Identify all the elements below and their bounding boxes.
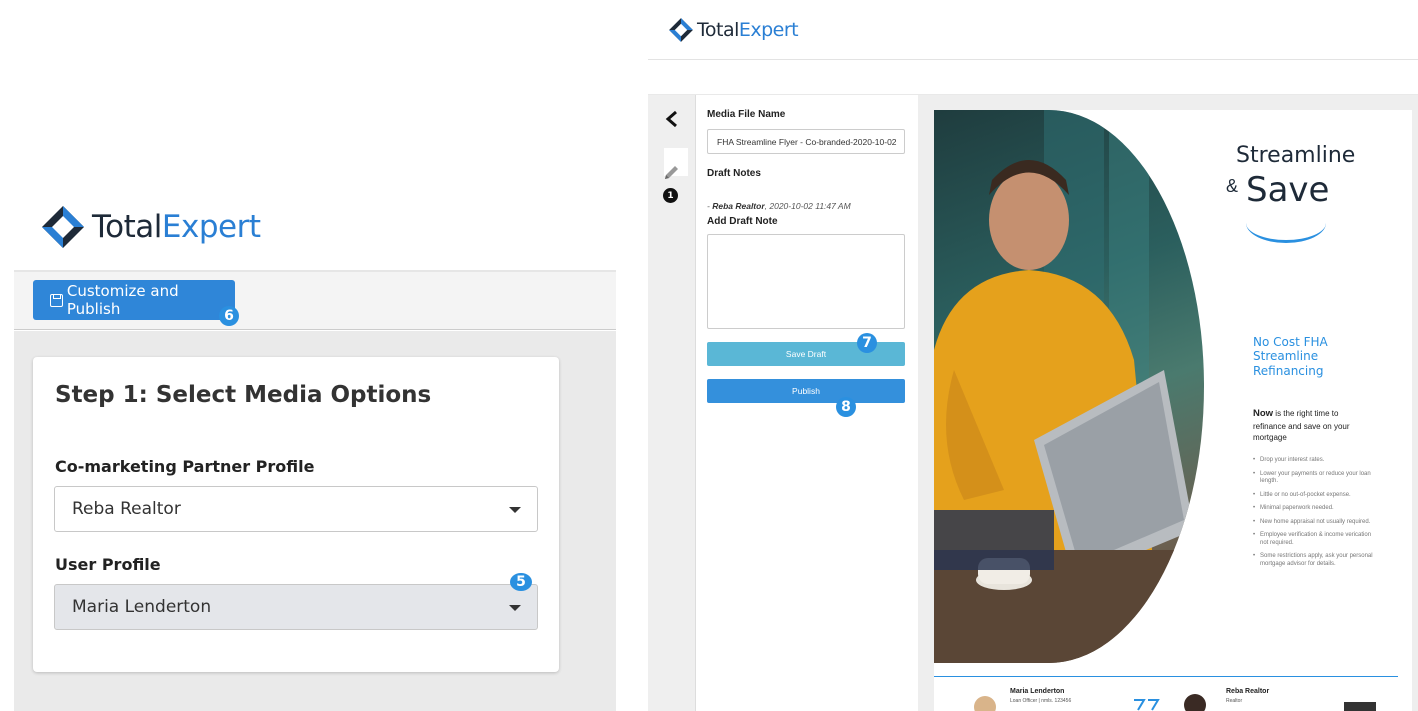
- flyer-hero-photo: [934, 110, 1204, 663]
- add-draft-note-textarea[interactable]: [707, 234, 905, 329]
- agent-name: Reba Realtor: [1226, 688, 1270, 695]
- smile-swoosh-icon: [1246, 203, 1326, 243]
- media-file-name-input[interactable]: FHA Streamline Flyer - Co-branded-2020-1…: [707, 129, 905, 154]
- flyer-footer-divider: [934, 676, 1398, 677]
- add-draft-note-label: Add Draft Note: [707, 216, 778, 227]
- flyer-subhead: No Cost FHA Streamline Refinancing: [1253, 335, 1328, 378]
- media-form-column: [696, 95, 918, 711]
- diamond-logo-icon: [669, 18, 693, 42]
- list-item: New home appraisal not usually required.: [1253, 519, 1381, 527]
- list-item: Lower your payments or reduce your loan …: [1253, 471, 1381, 486]
- qr-code-block: [1344, 702, 1376, 711]
- totalexpert-logo-small: TotalExpert: [668, 17, 799, 43]
- draft-note-author: Reba Realtor: [712, 201, 765, 211]
- brand-name-part1: Total: [92, 209, 162, 245]
- user-profile-value: Maria Lenderton: [72, 597, 212, 617]
- partner-profile-select[interactable]: Reba Realtor: [54, 486, 538, 532]
- draft-note-entry: - Reba Realtor, 2020-10-02 11:47 AM: [707, 201, 851, 211]
- left-panel: TotalExpert Customize and Publish 6 Step…: [0, 0, 630, 711]
- media-file-name-label: Media File Name: [707, 109, 786, 120]
- flyer-bullet-list: Drop your interest rates. Lower your pay…: [1253, 457, 1381, 574]
- step-badge-customize: 6: [219, 306, 239, 326]
- brand-name-part2: Expert: [161, 209, 261, 245]
- step-title: Step 1: Select Media Options: [55, 382, 432, 408]
- customize-and-publish-label: Customize and Publish: [66, 282, 179, 318]
- step-badge-save-draft: 7: [857, 333, 877, 353]
- flyer-now-text: Now is the right time to refinance and s…: [1253, 407, 1373, 444]
- draft-note-timestamp: 2020-10-02 11:47 AM: [769, 201, 851, 211]
- chevron-down-icon: [509, 507, 521, 513]
- sub-header-bar: [648, 60, 1418, 95]
- pencil-icon: [665, 166, 678, 179]
- edit-badge: 1: [663, 188, 678, 203]
- totalexpert-logo: TotalExpert: [40, 204, 261, 250]
- agent-name: Maria Lenderton: [1010, 688, 1065, 695]
- user-profile-label: User Profile: [55, 555, 161, 574]
- chevron-left-icon[interactable]: [664, 110, 680, 128]
- list-item: Drop your interest rates.: [1253, 457, 1381, 465]
- brand-name-part1: Total: [697, 19, 739, 41]
- list-item: Little or no out-of-pocket expense.: [1253, 492, 1381, 500]
- list-item: Employee verification & income vericatio…: [1253, 532, 1381, 547]
- flyer-now-bold: Now: [1253, 408, 1274, 419]
- floppy-disk-icon: [50, 293, 63, 307]
- agent-role: Loan Officer | nmls. 123456: [1010, 698, 1072, 704]
- publish-button[interactable]: Publish: [707, 379, 905, 403]
- agent-role: Realtor: [1226, 698, 1243, 704]
- flyer-preview: Streamline & Save No Cost FHA Streamline…: [934, 110, 1412, 711]
- flyer-headline-line1: Streamline: [1236, 143, 1356, 168]
- avatar: [1184, 694, 1206, 711]
- partner-profile-label: Co-marketing Partner Profile: [55, 457, 315, 476]
- man-with-laptop-illustration: [934, 110, 1204, 663]
- user-profile-select[interactable]: Maria Lenderton: [54, 584, 538, 630]
- customize-and-publish-button[interactable]: Customize and Publish: [33, 280, 235, 320]
- avatar: [974, 696, 996, 711]
- list-item: Minimal paperwork needed.: [1253, 505, 1381, 513]
- step-badge-publish: 8: [836, 397, 856, 417]
- chevron-down-icon: [509, 605, 521, 611]
- step-badge-user-profile: 5: [510, 573, 532, 591]
- draft-notes-label: Draft Notes: [707, 168, 761, 179]
- partner-profile-value: Reba Realtor: [72, 499, 181, 519]
- right-panel: TotalExpert 1 Media File Name FHA Stream…: [648, 0, 1418, 711]
- co-brand-logo-icon: [1134, 699, 1160, 711]
- flyer-headline-amp: &: [1226, 176, 1239, 196]
- diamond-logo-icon: [42, 206, 84, 248]
- list-item: Some restrictions apply, ask your person…: [1253, 553, 1381, 568]
- brand-name-part2: Expert: [738, 19, 799, 41]
